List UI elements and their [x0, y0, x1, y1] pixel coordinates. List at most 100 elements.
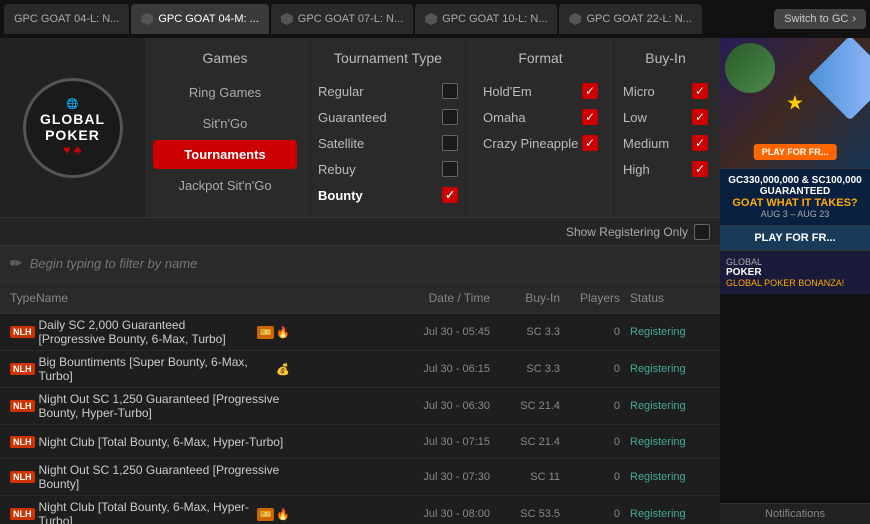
checkbox-omaha[interactable]: ✓ — [582, 109, 598, 125]
logo-area: 🌐 GLOBAL POKER ♥ ♣ — [0, 38, 145, 217]
nav-jackpot-sitgo[interactable]: Jackpot Sit'n'Go — [153, 171, 297, 200]
row-status-2: Registering — [630, 400, 710, 412]
filter-low[interactable]: Low ✓ — [611, 104, 720, 130]
checkbox-crazy-pineapple[interactable]: ✓ — [582, 135, 598, 151]
play-for-free-text: PLAY FOR FR... — [726, 232, 864, 244]
main-layout: 🌐 GLOBAL POKER ♥ ♣ Games Ring Games Sit'… — [0, 38, 870, 524]
checkbox-show-registering[interactable] — [694, 224, 710, 240]
checkbox-bounty[interactable]: ✓ — [442, 187, 458, 203]
tab-2[interactable]: GPC GOAT 07-L: N... — [271, 4, 413, 34]
row-datetime-2: Jul 30 - 06:30 — [290, 400, 500, 412]
col-header-players: Players — [570, 291, 630, 305]
col-header-datetime: Date / Time — [290, 291, 500, 305]
row-status-1: Registering — [630, 363, 710, 375]
flame-icon-5: 🔥 — [276, 508, 290, 521]
games-column: Games Ring Games Sit'n'Go Tournaments Ja… — [145, 38, 305, 217]
play-now-button[interactable]: PLAY FOR FR... — [754, 144, 837, 160]
chevron-right-icon: › — [852, 13, 856, 25]
row-status-3: Registering — [630, 436, 710, 448]
table-row[interactable]: NLH Night Club [Total Bounty, 6-Max, Hyp… — [0, 496, 720, 524]
table-row[interactable]: NLH Daily SC 2,000 Guaranteed [Progressi… — [0, 314, 720, 351]
promo-play[interactable]: PLAY FOR FR... — [720, 225, 870, 250]
logo-subtitle: POKER — [45, 127, 100, 143]
badge-nlh-0: NLH — [10, 326, 35, 338]
filter-regular[interactable]: Regular — [306, 78, 470, 104]
shield-icon-4 — [569, 13, 581, 25]
promo-amount: GC330,000,000 & SC100,000 GUARANTEED — [726, 175, 864, 197]
filter-high[interactable]: High ✓ — [611, 156, 720, 182]
checkbox-micro[interactable]: ✓ — [692, 83, 708, 99]
filter-medium[interactable]: Medium ✓ — [611, 130, 720, 156]
tab-0[interactable]: GPC GOAT 04-L: N... — [4, 4, 129, 34]
row-status-5: Registering — [630, 508, 710, 520]
row-players-2: 0 — [570, 400, 630, 412]
flame-icon-0: 🔥 — [276, 326, 290, 339]
promo-dates: AUG 3 – AUG 23 — [726, 209, 864, 219]
filter-satellite[interactable]: Satellite — [306, 130, 470, 156]
panther-promo-shape — [725, 43, 775, 93]
tab-3[interactable]: GPC GOAT 10-L: N... — [415, 4, 557, 34]
badge-nlh-1: NLH — [10, 363, 35, 375]
ticket-icon-0: 🎫 — [257, 326, 274, 339]
badge-nlh-4: NLH — [10, 471, 35, 483]
search-bar[interactable]: ✏ — [0, 246, 720, 282]
table-row[interactable]: NLH Night Out SC 1,250 Guaranteed [Progr… — [0, 388, 720, 425]
tab-1-label: GPC GOAT 04-M: ... — [158, 13, 258, 25]
badge-nlh-2: NLH — [10, 400, 35, 412]
checkbox-satellite[interactable] — [442, 135, 458, 151]
table-header: TypeName Date / Time Buy-In Players Stat… — [0, 282, 720, 314]
promo-bonanza: GLOBAL POKER GLOBAL POKER BONANZA! — [720, 250, 870, 294]
checkbox-medium[interactable]: ✓ — [692, 135, 708, 151]
tournament-type-column: Tournament Type Regular Guaranteed Satel… — [305, 38, 470, 217]
table-row[interactable]: NLH Night Out SC 1,250 Guaranteed [Progr… — [0, 459, 720, 496]
buyin-header: Buy-In — [611, 46, 720, 70]
notifications-bar[interactable]: Notifications — [720, 503, 870, 524]
tab-0-label: GPC GOAT 04-L: N... — [14, 13, 119, 25]
filter-guaranteed[interactable]: Guaranteed — [306, 104, 470, 130]
col-header-buyin: Buy-In — [500, 291, 570, 305]
row-buyin-5: SC 53.5 — [500, 508, 570, 520]
checkbox-holdem[interactable]: ✓ — [582, 83, 598, 99]
row-buyin-3: SC 21.4 — [500, 436, 570, 448]
pencil-icon: ✏ — [10, 255, 22, 272]
tab-4[interactable]: GPC GOAT 22-L: N... — [559, 4, 701, 34]
row-players-1: 0 — [570, 363, 630, 375]
row-buyin-1: SC 3.3 — [500, 363, 570, 375]
shield-icon-2 — [281, 13, 293, 25]
promo-top: ★ PLAY FOR FR... — [720, 38, 870, 168]
filter-rebuy[interactable]: Rebuy — [306, 156, 470, 182]
row-type-2: NLH Night Out SC 1,250 Guaranteed [Progr… — [10, 392, 290, 420]
goat-text: GOAT WHAT IT TAKES? — [726, 197, 864, 209]
table-row[interactable]: NLH Big Bountiments [Super Bounty, 6-Max… — [0, 351, 720, 388]
nav-sitgo[interactable]: Sit'n'Go — [153, 109, 297, 138]
checkbox-guaranteed[interactable] — [442, 109, 458, 125]
checkbox-regular[interactable] — [442, 83, 458, 99]
filter-micro[interactable]: Micro ✓ — [611, 78, 720, 104]
search-input[interactable] — [30, 256, 710, 271]
ticket-icon-5: 🎫 — [257, 508, 274, 521]
nav-ring-games[interactable]: Ring Games — [153, 78, 297, 107]
nav-tournaments[interactable]: Tournaments — [153, 140, 297, 169]
table-body: NLH Daily SC 2,000 Guaranteed [Progressi… — [0, 314, 720, 524]
switch-gc-button[interactable]: Switch to GC › — [774, 9, 866, 29]
tab-1[interactable]: GPC GOAT 04-M: ... — [131, 4, 268, 34]
filter-bounty[interactable]: Bounty ✓ — [306, 182, 470, 208]
row-type-0: NLH Daily SC 2,000 Guaranteed [Progressi… — [10, 318, 290, 346]
row-players-5: 0 — [570, 508, 630, 520]
checkbox-rebuy[interactable] — [442, 161, 458, 177]
row-datetime-4: Jul 30 - 07:30 — [290, 471, 500, 483]
filter-holdem[interactable]: Hold'Em ✓ — [471, 78, 610, 104]
checkbox-high[interactable]: ✓ — [692, 161, 708, 177]
tab-3-label: GPC GOAT 10-L: N... — [442, 13, 547, 25]
table-row[interactable]: NLH Night Club [Total Bounty, 6-Max, Hyp… — [0, 425, 720, 459]
row-buyin-4: SC 11 — [500, 471, 570, 483]
right-panel: ★ PLAY FOR FR... GC330,000,000 & SC100,0… — [720, 38, 870, 524]
filter-omaha[interactable]: Omaha ✓ — [471, 104, 610, 130]
row-players-4: 0 — [570, 471, 630, 483]
filter-crazy-pineapple[interactable]: Crazy Pineapple ✓ — [471, 130, 610, 156]
row-type-1: NLH Big Bountiments [Super Bounty, 6-Max… — [10, 355, 290, 383]
star-icon: ★ — [786, 91, 804, 116]
checkbox-low[interactable]: ✓ — [692, 109, 708, 125]
row-players-3: 0 — [570, 436, 630, 448]
show-registering-label: Show Registering Only — [566, 225, 688, 239]
